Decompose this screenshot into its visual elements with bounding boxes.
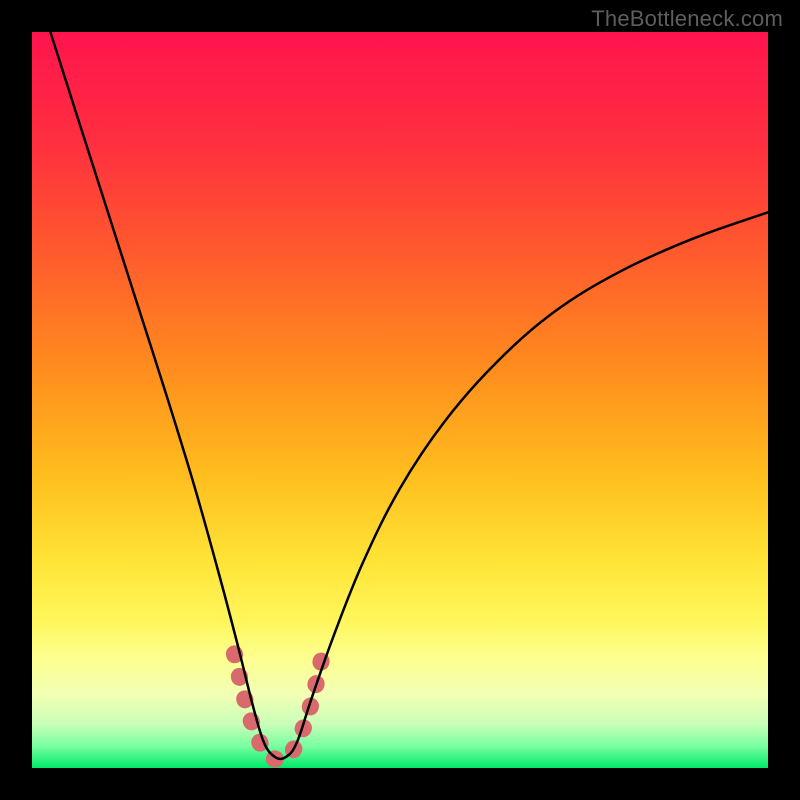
bottleneck-curve	[50, 32, 768, 759]
curve-layer	[32, 32, 768, 768]
chart-frame: TheBottleneck.com	[0, 0, 800, 800]
plot-area	[32, 32, 768, 768]
watermark-text: TheBottleneck.com	[591, 6, 783, 32]
